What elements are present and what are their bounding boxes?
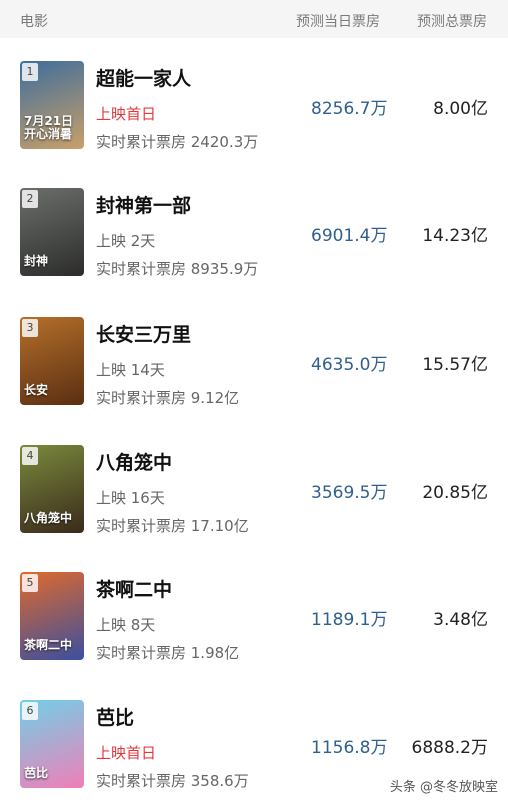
movie-poster[interactable]: 2 封神 xyxy=(20,188,84,276)
poster-title-art: 八角笼中 xyxy=(24,511,73,525)
today-forecast-value: 4635.0万 xyxy=(311,355,388,375)
cumulative-box-office: 实时累计票房 358.6万 xyxy=(96,772,249,790)
movie-row[interactable]: 6 芭比 芭比 上映首日 实时累计票房 358.6万 1156.8万 6888.2万 xyxy=(0,0,508,790)
release-status: 上映首日 xyxy=(96,744,157,762)
release-status: 上映 8天 xyxy=(96,616,156,634)
total-forecast-value: 3.48亿 xyxy=(433,610,488,630)
today-forecast-value: 6901.4万 xyxy=(311,226,388,246)
today-forecast-value: 3569.5万 xyxy=(311,483,388,503)
rank-badge: 3 xyxy=(22,319,38,337)
total-forecast-value: 14.23亿 xyxy=(422,226,488,246)
rank-badge: 2 xyxy=(22,190,38,208)
movie-title[interactable]: 茶啊二中 xyxy=(96,575,172,602)
poster-title-art: 茶啊二中 xyxy=(24,638,73,652)
rank-badge: 4 xyxy=(22,447,38,465)
cumulative-box-office: 实时累计票房 1.98亿 xyxy=(96,644,240,662)
movie-poster[interactable]: 6 芭比 xyxy=(20,700,84,788)
rank-badge: 5 xyxy=(22,574,38,592)
cumulative-box-office: 实时累计票房 17.10亿 xyxy=(96,517,249,535)
cumulative-box-office: 实时累计票房 2420.3万 xyxy=(96,133,259,151)
poster-title-art: 长安 xyxy=(24,383,49,397)
release-status: 上映 16天 xyxy=(96,489,165,507)
movie-title[interactable]: 八角笼中 xyxy=(96,448,172,475)
cumulative-box-office: 实时累计票房 9.12亿 xyxy=(96,389,240,407)
today-forecast-value: 1189.1万 xyxy=(311,610,388,630)
today-forecast-value: 1156.8万 xyxy=(311,738,388,758)
cumulative-box-office: 实时累计票房 8935.9万 xyxy=(96,260,259,278)
movie-poster[interactable]: 5 茶啊二中 xyxy=(20,572,84,660)
poster-title-art: 芭比 xyxy=(24,766,49,780)
release-status: 上映 2天 xyxy=(96,232,156,250)
movie-title[interactable]: 长安三万里 xyxy=(96,320,191,347)
watermark: 头条 @冬冬放映室 xyxy=(389,780,498,795)
movie-poster[interactable]: 3 长安 xyxy=(20,317,84,405)
rank-badge: 6 xyxy=(22,702,38,720)
movie-title[interactable]: 芭比 xyxy=(96,703,134,730)
total-forecast-value: 6888.2万 xyxy=(411,738,488,758)
movie-poster[interactable]: 4 八角笼中 xyxy=(20,445,84,533)
poster-title-art: 封神 xyxy=(24,254,49,268)
release-status: 上映 14天 xyxy=(96,361,165,379)
movie-title[interactable]: 封神第一部 xyxy=(96,191,191,218)
total-forecast-value: 20.85亿 xyxy=(422,483,488,503)
total-forecast-value: 15.57亿 xyxy=(422,355,488,375)
